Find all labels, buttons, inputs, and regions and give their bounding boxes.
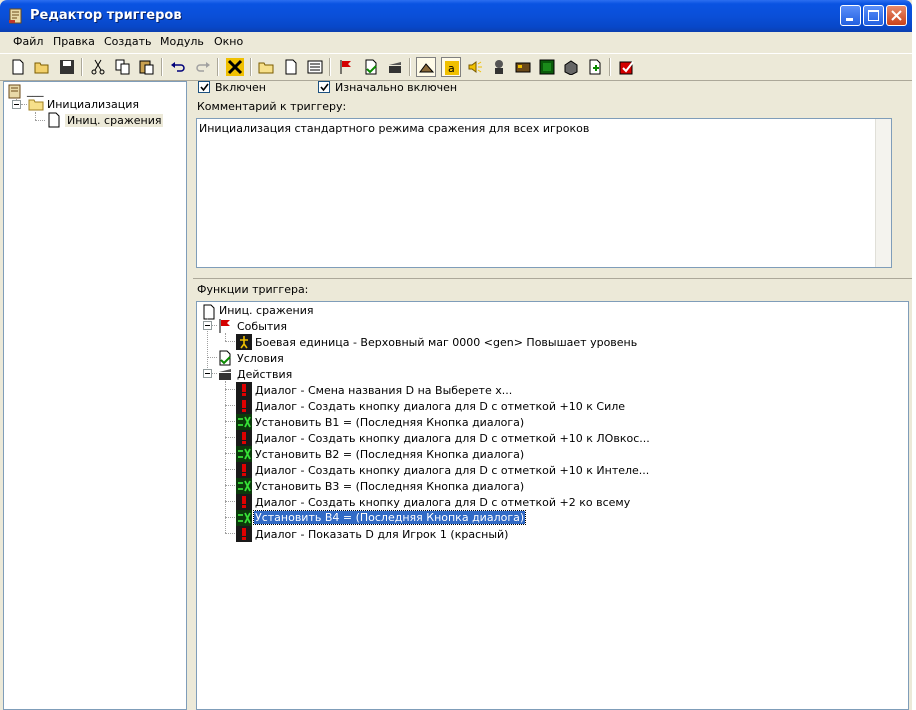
action-item[interactable]: Диалог - Смена названия D на Выберете х.…	[255, 384, 512, 397]
event-flag-icon	[219, 319, 230, 333]
set-variable-icon	[236, 414, 252, 430]
unit-event-icon	[236, 334, 252, 350]
new-icon[interactable]	[8, 57, 28, 77]
undo-icon[interactable]	[168, 57, 188, 77]
svg-text:a: a	[448, 62, 455, 75]
maximize-button[interactable]	[863, 5, 884, 26]
condition-icon[interactable]	[361, 57, 381, 77]
background-strip	[912, 0, 916, 710]
events-label[interactable]: События	[237, 320, 287, 333]
title-bar[interactable]: Редактор триггеров	[0, 0, 912, 32]
set-variable-icon	[236, 510, 252, 526]
menu-edit[interactable]: Правка	[53, 35, 95, 48]
close-icon	[891, 10, 902, 21]
menu-bar: Файл Правка Создать Модуль Окно	[0, 32, 912, 52]
trigger-x-icon[interactable]	[224, 56, 246, 78]
action-icon[interactable]	[385, 57, 405, 77]
minimize-icon	[846, 18, 853, 21]
new-trigger-icon[interactable]	[281, 57, 301, 77]
folder-collapse-toggle[interactable]	[12, 100, 21, 109]
action-clapper-icon	[219, 369, 231, 380]
comment-label: Комментарий к триггеру:	[197, 100, 347, 113]
maximize-icon	[868, 10, 879, 21]
event-item[interactable]: Боевая единица - Верховный маг 0000 <gen…	[255, 336, 637, 349]
action-item[interactable]: Диалог - Создать кнопку диалога для D с …	[255, 400, 625, 413]
initially-on-checkbox[interactable]	[318, 81, 330, 93]
enabled-checkbox[interactable]	[198, 81, 210, 93]
folder-icon	[28, 99, 44, 111]
action-item-selected[interactable]: Установить B4 = (Последняя Кнопка диалог…	[252, 510, 527, 525]
close-button[interactable]	[886, 5, 907, 26]
functions-label: Функции триггера:	[197, 283, 309, 296]
menu-module[interactable]: Модуль	[160, 35, 204, 48]
initially-on-label[interactable]: Изначально включен	[335, 81, 457, 94]
redo-icon[interactable]	[193, 57, 213, 77]
action-item[interactable]: Диалог - Создать кнопку диалога для D с …	[255, 464, 649, 477]
action-item[interactable]: Установить B3 = (Последняя Кнопка диалог…	[255, 480, 524, 493]
open-icon[interactable]	[32, 57, 52, 77]
save-icon[interactable]	[57, 57, 77, 77]
functions-root-label[interactable]: Иниц. сражения	[219, 304, 313, 317]
import-icon[interactable]	[561, 57, 581, 77]
trigger-doc-icon	[203, 304, 215, 320]
actions-collapse-toggle[interactable]	[203, 369, 212, 378]
ai-icon[interactable]	[585, 57, 605, 77]
minimap-icon[interactable]	[537, 57, 557, 77]
comment-textarea[interactable]: Инициализация стандартного режима сражен…	[196, 118, 892, 268]
terrain-icon[interactable]	[416, 57, 436, 77]
menu-window[interactable]: Окно	[214, 35, 243, 48]
action-item[interactable]: Диалог - Создать кнопку диалога для D с …	[255, 432, 650, 445]
trigger-functions-tree[interactable]: Иниц. сражения События Боевая единица - …	[196, 301, 909, 710]
comment-icon[interactable]	[305, 57, 325, 77]
pane-splitter[interactable]	[193, 274, 912, 279]
trigger-editor-window: Редактор триггеров Файл Правка Создать М…	[0, 0, 912, 710]
action-item[interactable]: Установить B2 = (Последняя Кнопка диалог…	[255, 448, 524, 461]
action-item[interactable]: Диалог - Показать D для Игрок 1 (красный…	[255, 528, 508, 541]
actions-label[interactable]: Действия	[237, 368, 292, 381]
toolbar: a	[0, 53, 912, 81]
trigger-doc-icon	[48, 112, 60, 128]
dialog-action-icon	[236, 430, 252, 446]
dialog-action-icon	[236, 382, 252, 398]
text-icon[interactable]: a	[441, 57, 461, 77]
dialog-action-icon	[236, 398, 252, 414]
dialog-action-icon	[236, 462, 252, 478]
comment-scrollbar[interactable]	[875, 119, 891, 267]
tree-trigger-item[interactable]: Иниц. сражения	[65, 114, 164, 127]
window-title: Редактор триггеров	[30, 8, 182, 23]
menu-create[interactable]: Создать	[104, 35, 152, 48]
dialog-action-icon	[236, 494, 252, 510]
trigger-details-pane: Включен Изначально включен Комментарий к…	[193, 79, 912, 710]
menu-file[interactable]: Файл	[13, 35, 43, 48]
event-flag-icon[interactable]	[336, 57, 356, 77]
comment-text: Инициализация стандартного режима сражен…	[199, 122, 590, 135]
checkmark-icon	[200, 83, 209, 92]
enabled-label[interactable]: Включен	[215, 81, 266, 94]
cut-icon[interactable]	[88, 57, 108, 77]
sound-icon[interactable]	[465, 57, 485, 77]
events-collapse-toggle[interactable]	[203, 321, 212, 330]
folder-icon[interactable]	[256, 57, 276, 77]
tree-folder-label[interactable]: Инициализация	[47, 98, 139, 111]
dialog-action-icon	[236, 526, 252, 542]
condition-icon	[219, 350, 231, 366]
set-variable-icon	[236, 478, 252, 494]
set-variable-icon	[236, 446, 252, 462]
copy-icon[interactable]	[113, 57, 133, 77]
checkmark-icon	[320, 83, 329, 92]
unit-icon[interactable]	[489, 57, 509, 77]
map-scroll-icon[interactable]	[7, 84, 23, 100]
object-icon[interactable]	[513, 57, 533, 77]
trigger-tree-panel: ___ Инициализация Иниц. сражения	[3, 81, 187, 710]
action-item[interactable]: Диалог - Создать кнопку диалога для D с …	[255, 496, 630, 509]
app-icon	[9, 8, 22, 24]
paste-icon[interactable]	[137, 57, 157, 77]
action-item[interactable]: Установить B1 = (Последняя Кнопка диалог…	[255, 416, 524, 429]
minimize-button[interactable]	[840, 5, 861, 26]
conditions-label[interactable]: Условия	[237, 352, 284, 365]
test-map-icon[interactable]	[617, 57, 637, 77]
